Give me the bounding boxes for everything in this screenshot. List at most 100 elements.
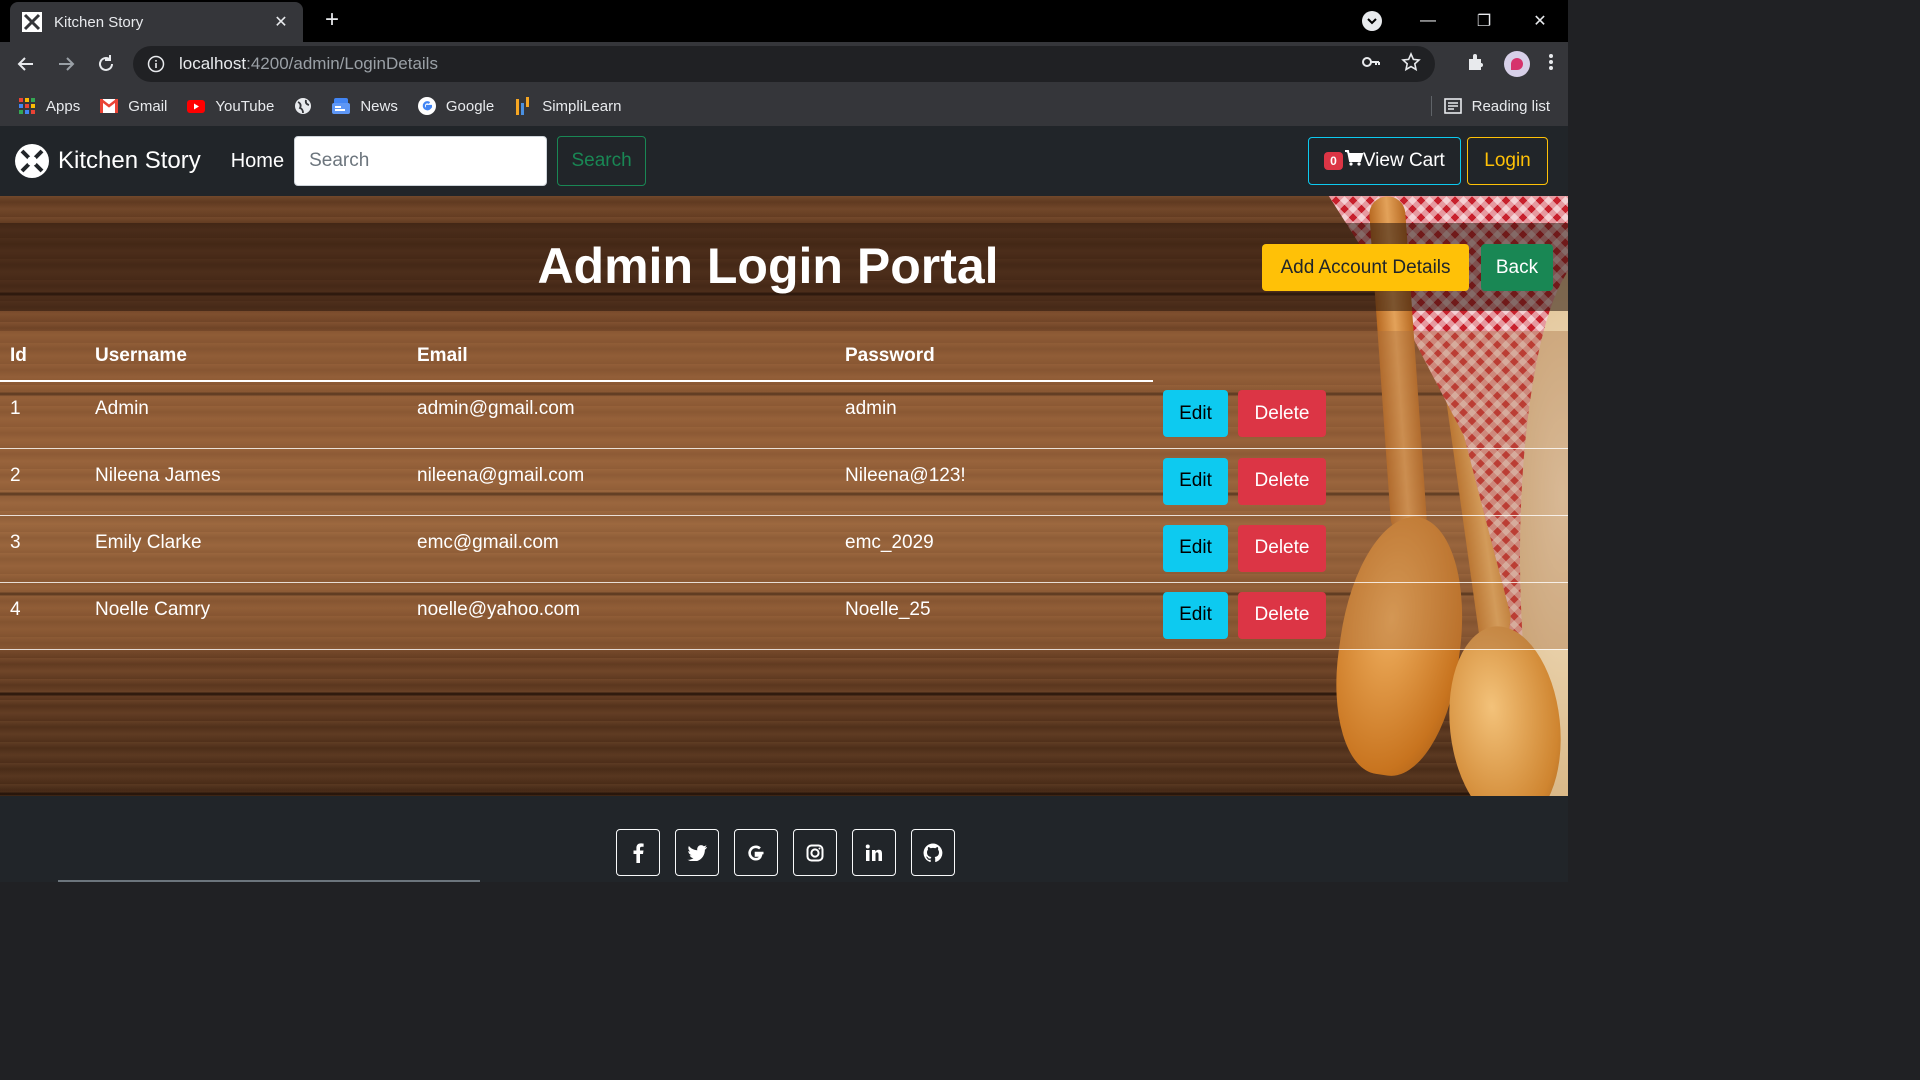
column-header-username: Username [85,331,407,382]
page-banner: Admin Login Portal Add Account Details B… [0,223,1568,311]
kitchen-favicon-icon [22,12,42,32]
bookmark-google[interactable]: Google [417,97,494,115]
cell-actions: Edit Delete [1153,582,1568,650]
cell-actions: Edit Delete [1153,381,1568,449]
forward-arrow-icon[interactable] [46,46,86,82]
cell-password: admin [835,381,1153,449]
back-arrow-icon[interactable] [6,46,46,82]
tab-close-icon[interactable]: ✕ [271,12,291,32]
globe-icon [294,97,312,115]
browser-tab[interactable]: Kitchen Story ✕ [10,2,303,42]
cell-email: noelle@yahoo.com [407,582,835,650]
view-cart-label: View Cart [1362,150,1445,171]
accounts-table-container: Id Username Email Password 1 Admin admin… [0,331,1568,650]
profile-avatar[interactable] [1504,51,1530,77]
github-icon[interactable] [911,829,955,876]
delete-button[interactable]: Delete [1238,390,1326,437]
app-navbar: Kitchen Story Home Search 0 View Cart Lo… [0,126,1568,196]
cell-username: Admin [85,381,407,449]
cell-id: 1 [0,381,85,449]
accounts-table: Id Username Email Password 1 Admin admin… [0,331,1568,650]
bookmark-news[interactable]: News [332,97,398,115]
new-tab-icon[interactable]: + [318,6,346,34]
horizontal-scrollbar[interactable] [58,880,480,882]
kitchen-logo-icon [14,143,50,179]
chrome-menu-icon[interactable] [1548,52,1554,77]
gmail-icon [100,97,119,115]
delete-button[interactable]: Delete [1238,457,1326,505]
extensions-icon[interactable] [1466,52,1486,77]
column-header-id: Id [0,331,85,382]
site-info-icon[interactable] [147,55,165,73]
bookmark-globe[interactable] [294,97,312,115]
bookmark-youtube[interactable]: YouTube [187,97,274,115]
cell-email: admin@gmail.com [407,381,835,449]
cell-email: emc@gmail.com [407,515,835,583]
cell-username: Emily Clarke [85,515,407,583]
brand-name: Kitchen Story [58,147,201,174]
cell-actions: Edit Delete [1153,448,1568,516]
table-header-row: Id Username Email Password [0,331,1568,382]
edit-button[interactable]: Edit [1163,524,1228,572]
tab-search-icon[interactable] [1344,0,1400,42]
instagram-icon[interactable] [793,829,837,876]
view-cart-button[interactable]: 0 View Cart [1308,137,1461,185]
cell-username: Noelle Camry [85,582,407,650]
cell-id: 3 [0,515,85,583]
delete-button[interactable]: Delete [1238,591,1326,639]
close-window-icon[interactable]: ✕ [1512,0,1568,42]
key-icon[interactable] [1361,52,1381,77]
google-icon [417,97,436,115]
cell-password: emc_2029 [835,515,1153,583]
address-bar[interactable]: localhost:4200/admin/LoginDetails [133,46,1435,82]
restore-icon[interactable]: ❐ [1456,0,1512,42]
cell-password: Noelle_25 [835,582,1153,650]
table-row: 2 Nileena James nileena@gmail.com Nileen… [0,448,1568,516]
content-area: Admin Login Portal Add Account Details B… [0,196,1568,796]
google-icon[interactable] [734,829,778,876]
cart-icon [1344,150,1364,172]
table-row: 3 Emily Clarke emc@gmail.com emc_2029 Ed… [0,515,1568,583]
back-button[interactable]: Back [1481,244,1553,291]
cell-password: Nileena@123! [835,448,1153,516]
table-row: 4 Noelle Camry noelle@yahoo.com Noelle_2… [0,582,1568,650]
bookmark-star-icon[interactable] [1401,51,1421,77]
news-icon [332,97,351,115]
edit-button[interactable]: Edit [1163,390,1228,437]
linkedin-icon[interactable] [852,829,896,876]
cart-count-badge: 0 [1324,152,1343,170]
brand[interactable]: Kitchen Story [14,143,201,179]
browser-titlebar: Kitchen Story ✕ + — ❐ ✕ [0,0,1568,42]
nav-home-link[interactable]: Home [231,150,284,173]
bookmark-apps[interactable]: Apps [18,97,80,115]
bookmark-gmail[interactable]: Gmail [100,97,167,115]
column-header-actions [1153,331,1568,381]
facebook-icon[interactable] [616,829,660,876]
column-header-password: Password [835,331,1153,382]
twitter-icon[interactable] [675,829,719,876]
bookmarks-bar: Apps Gmail YouTube News Google SimpliLea… [0,86,1568,126]
search-input[interactable] [294,136,548,186]
reading-list[interactable]: Reading list [1430,86,1550,126]
cell-actions: Edit Delete [1153,515,1568,583]
tab-title: Kitchen Story [54,13,144,31]
edit-button[interactable]: Edit [1163,457,1228,505]
cell-id: 4 [0,582,85,650]
reload-icon[interactable] [86,46,126,82]
delete-button[interactable]: Delete [1238,524,1326,572]
footer [0,796,1568,882]
minimize-icon[interactable]: — [1400,0,1456,42]
column-header-email: Email [407,331,835,382]
cell-username: Nileena James [85,448,407,516]
table-row: 1 Admin admin@gmail.com admin Edit Delete [0,381,1568,449]
url-text[interactable]: localhost:4200/admin/LoginDetails [179,54,1361,74]
reading-list-icon [1443,97,1462,115]
add-account-details-button[interactable]: Add Account Details [1262,244,1469,291]
bookmark-simplilearn[interactable]: SimpliLearn [514,97,621,115]
search-button[interactable]: Search [557,136,647,186]
cell-id: 2 [0,448,85,516]
login-button[interactable]: Login [1467,137,1548,185]
edit-button[interactable]: Edit [1163,591,1228,639]
cell-email: nileena@gmail.com [407,448,835,516]
apps-grid-icon [18,97,36,115]
